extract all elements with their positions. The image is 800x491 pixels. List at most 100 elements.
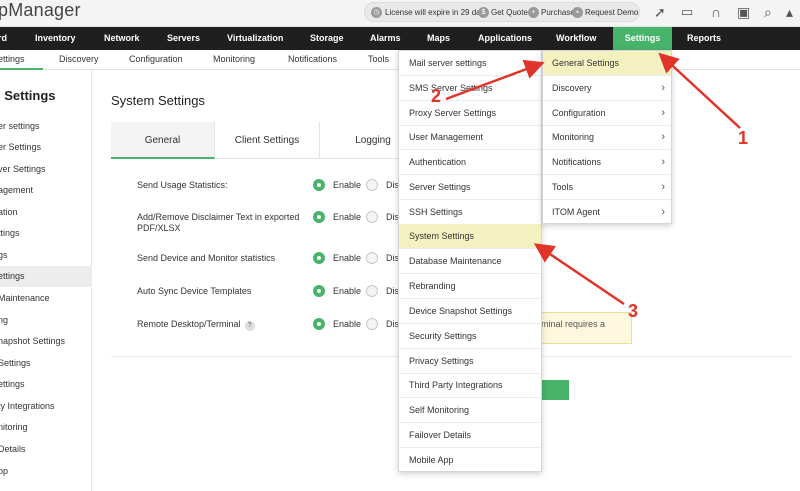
subnav-configuration[interactable]: Configuration xyxy=(129,50,183,70)
menu-item-user-management[interactable]: User Management xyxy=(399,125,541,150)
enable-radio[interactable] xyxy=(313,252,325,264)
enable-radio[interactable] xyxy=(313,211,325,223)
menu-item-tools[interactable]: Tools › xyxy=(543,175,671,200)
sidebar-item[interactable]: er Settings xyxy=(0,137,92,158)
sidebar-item[interactable]: Details xyxy=(0,439,92,460)
enable-label: Enable xyxy=(333,253,362,263)
subnav-notifications[interactable]: Notifications xyxy=(288,50,337,70)
menu-item-configuration[interactable]: Configuration › xyxy=(543,101,671,126)
nav-applications[interactable]: Applications xyxy=(478,27,532,50)
menu-item-device-snapshot-settings[interactable]: Device Snapshot Settings xyxy=(399,299,541,324)
menu-item-security-settings[interactable]: Security Settings xyxy=(399,324,541,349)
request-demo-link[interactable]: Request Demo xyxy=(585,8,638,17)
annotation-arrow-3 xyxy=(533,243,625,306)
top-bar: pManager ◷ License will expire in 29 day… xyxy=(0,0,800,27)
disable-radio[interactable] xyxy=(366,211,378,223)
row-label-disclaimer: Add/Remove Disclaimer Text in exported P… xyxy=(137,212,300,233)
nav-storage[interactable]: Storage xyxy=(310,27,344,50)
clock-icon: ◷ xyxy=(371,7,382,18)
nav-maps[interactable]: Maps xyxy=(427,27,450,50)
save-button[interactable] xyxy=(540,380,569,400)
tab-client-settings[interactable]: Client Settings xyxy=(215,122,320,159)
headset-icon[interactable]: ∩ xyxy=(711,4,721,20)
sidebar-item[interactable]: Maintenance xyxy=(0,288,92,309)
general-settings-label: General Settings xyxy=(552,58,620,68)
disable-radio[interactable] xyxy=(366,252,378,264)
enable-radio[interactable] xyxy=(313,285,325,297)
app-logo: pManager xyxy=(0,0,81,20)
sidebar-item[interactable]: ty Integrations xyxy=(0,396,92,417)
menu-item-failover-details[interactable]: Failover Details xyxy=(399,423,541,448)
tab-general[interactable]: General xyxy=(111,122,215,159)
menu-item-third-party-integrations[interactable]: Third Party Integrations xyxy=(399,373,541,398)
discovery-label: Discovery xyxy=(552,83,592,93)
menu-item-general-settings[interactable]: General Settings xyxy=(543,51,671,76)
subnav-discovery[interactable]: Discovery xyxy=(59,50,99,70)
menu-item-mobile-app[interactable]: Mobile App xyxy=(399,448,541,473)
calendar-icon: ▪ xyxy=(572,7,583,18)
get-quote-link[interactable]: Get Quote xyxy=(491,8,528,17)
purchase-link[interactable]: Purchase xyxy=(541,8,575,17)
sidebar-item[interactable]: nitoring xyxy=(0,417,92,438)
video-icon[interactable]: ▭ xyxy=(681,4,693,20)
menu-item-sms-server-settings[interactable]: SMS Server Settings xyxy=(399,76,541,101)
sidebar-item[interactable]: er settings xyxy=(0,116,92,137)
menu-item-system-settings[interactable]: System Settings xyxy=(399,224,541,249)
subnav-tools[interactable]: Tools xyxy=(368,50,389,70)
nav-virtualization[interactable]: Virtualization xyxy=(227,27,283,50)
enable-radio[interactable] xyxy=(313,179,325,191)
chevron-right-icon: › xyxy=(661,181,665,193)
monitoring-label: Monitoring xyxy=(552,132,595,142)
nav-dashboard[interactable]: rd xyxy=(0,27,7,50)
enable-label: Enable xyxy=(333,319,362,329)
sidebar-item[interactable]: Settings xyxy=(0,353,92,374)
sidebar-item[interactable]: ng xyxy=(0,310,92,331)
rocket-icon[interactable]: ➚ xyxy=(654,4,666,21)
menu-item-ssh-settings[interactable]: SSH Settings xyxy=(399,200,541,225)
sidebar-item[interactable]: napshot Settings xyxy=(0,331,92,352)
nav-inventory[interactable]: Inventory xyxy=(35,27,76,50)
warning-message: minal requires a xyxy=(538,312,632,344)
menu-item-monitoring[interactable]: Monitoring › xyxy=(543,125,671,150)
sidebar-item[interactable]: ettings xyxy=(0,374,92,395)
menu-item-discovery[interactable]: Discovery › xyxy=(543,76,671,101)
sidebar-item[interactable]: gs xyxy=(0,245,92,266)
menu-item-server-settings[interactable]: Server Settings xyxy=(399,175,541,200)
nav-workflow[interactable]: Workflow xyxy=(556,27,596,50)
nav-servers[interactable]: Servers xyxy=(167,27,200,50)
bell-icon[interactable]: ▴ xyxy=(786,4,793,21)
license-utility-bar: ◷ License will expire in 29 days $ Get Q… xyxy=(364,2,640,22)
sidebar-item[interactable]: agement xyxy=(0,180,92,201)
sidebar-item[interactable]: ttings xyxy=(0,223,92,244)
disable-radio[interactable] xyxy=(366,285,378,297)
search-icon[interactable]: ⌕ xyxy=(764,4,772,21)
menu-item-mail-server-settings[interactable]: Mail server settings xyxy=(399,51,541,76)
sidebar-item-system-settings[interactable]: ettings xyxy=(0,266,92,287)
menu-item-notifications[interactable]: Notifications › xyxy=(543,150,671,175)
sidebar-item[interactable]: ver Settings xyxy=(0,159,92,180)
settings-category-menu: General Settings Discovery › Configuratio… xyxy=(542,50,672,224)
menu-item-proxy-server-settings[interactable]: Proxy Server Settings xyxy=(399,101,541,126)
gift-icon[interactable]: ▣ xyxy=(737,4,750,21)
nav-settings[interactable]: Settings xyxy=(613,27,672,50)
help-icon[interactable]: ? xyxy=(244,321,255,331)
nav-alarms[interactable]: Alarms xyxy=(370,27,401,50)
menu-item-authentication[interactable]: Authentication xyxy=(399,150,541,175)
menu-item-rebranding[interactable]: Rebranding xyxy=(399,274,541,299)
menu-item-privacy-settings[interactable]: Privacy Settings xyxy=(399,349,541,374)
menu-item-itom-agent[interactable]: ITOM Agent › xyxy=(543,200,671,225)
nav-reports[interactable]: Reports xyxy=(687,27,721,50)
subnav-monitoring[interactable]: Monitoring xyxy=(213,50,255,70)
sidebar-item[interactable]: ation xyxy=(0,202,92,223)
itom-agent-label: ITOM Agent xyxy=(552,207,600,217)
nav-network[interactable]: Network xyxy=(104,27,140,50)
enable-radio[interactable] xyxy=(313,318,325,330)
disable-radio[interactable] xyxy=(366,318,378,330)
menu-item-database-maintenance[interactable]: Database Maintenance xyxy=(399,249,541,274)
menu-item-self-monitoring[interactable]: Self Monitoring xyxy=(399,398,541,423)
sidebar-heading: l Settings xyxy=(0,88,56,103)
license-text: License will expire in 29 days xyxy=(385,8,489,17)
sidebar-item[interactable]: pp xyxy=(0,461,92,482)
disable-radio[interactable] xyxy=(366,179,378,191)
subnav-settings[interactable]: ettings xyxy=(0,50,43,70)
